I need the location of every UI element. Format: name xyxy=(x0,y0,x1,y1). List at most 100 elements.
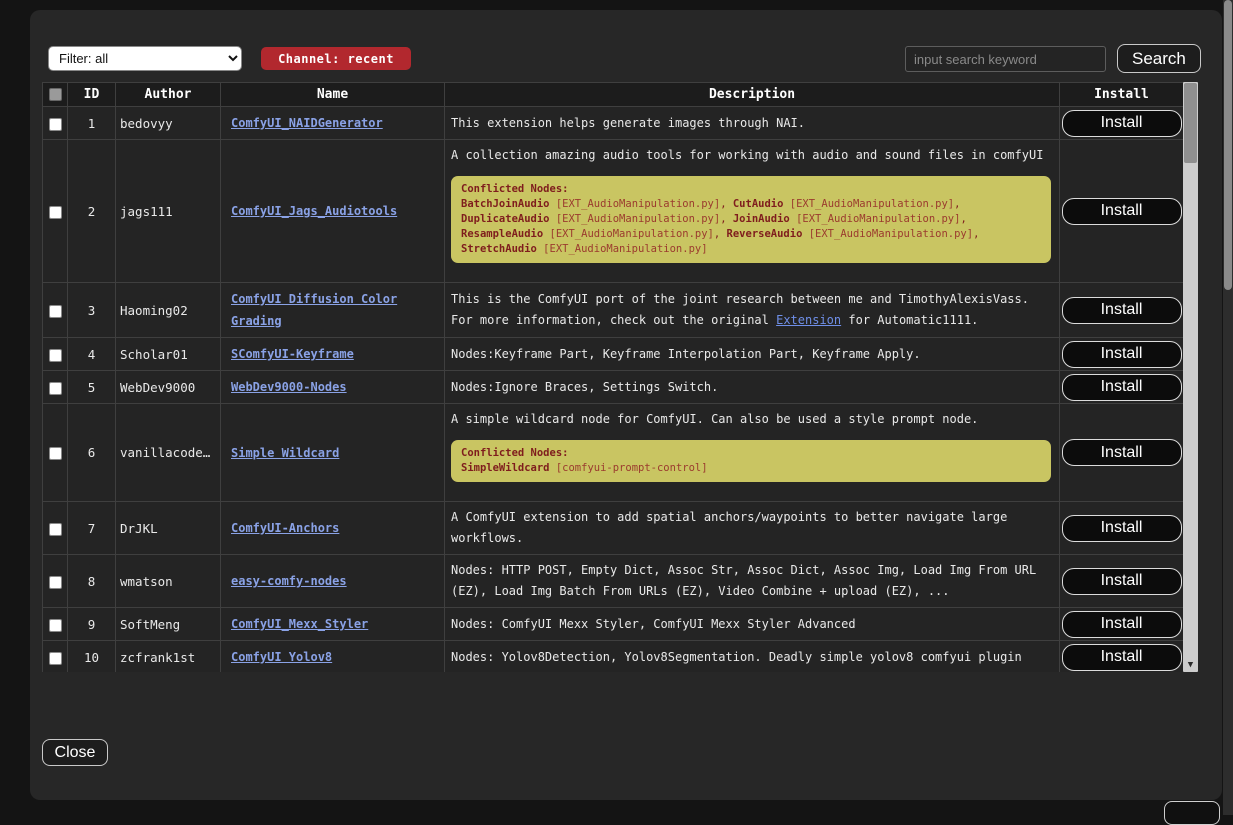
row-id: 5 xyxy=(68,371,116,404)
header-name: Name xyxy=(221,83,445,107)
conflict-box: Conflicted Nodes: SimpleWildcard [comfyu… xyxy=(451,440,1051,482)
row-description-cell: A collection amazing audio tools for wor… xyxy=(445,140,1060,283)
install-button[interactable]: Install xyxy=(1062,439,1182,466)
table-body: 1 bedovyy ComfyUI_NAIDGenerator This ext… xyxy=(43,107,1184,673)
row-description-cell: Nodes:Ignore Braces, Settings Switch. xyxy=(445,371,1060,404)
row-install-cell: Install xyxy=(1060,283,1184,338)
table-row: 1 bedovyy ComfyUI_NAIDGenerator This ext… xyxy=(43,107,1184,140)
row-checkbox[interactable] xyxy=(49,206,62,219)
install-button[interactable]: Install xyxy=(1062,644,1182,671)
row-author: wmatson xyxy=(116,555,221,608)
conflict-title: Conflicted Nodes: xyxy=(461,182,1041,197)
row-description-text: Nodes:Keyframe Part, Keyframe Interpolat… xyxy=(451,347,921,361)
row-name-cell: SComfyUI-Keyframe xyxy=(221,338,445,371)
row-install-cell: Install xyxy=(1060,502,1184,555)
row-install-cell: Install xyxy=(1060,608,1184,641)
row-author: jags111 xyxy=(116,140,221,283)
table-scrollbar-thumb[interactable] xyxy=(1184,83,1197,163)
row-name-cell: WebDev9000-Nodes xyxy=(221,371,445,404)
row-description-text: Nodes:Ignore Braces, Settings Switch. xyxy=(451,380,718,394)
row-name-link[interactable]: ComfyUI_Mexx_Styler xyxy=(231,617,368,631)
row-description: Nodes:Keyframe Part, Keyframe Interpolat… xyxy=(451,344,1051,365)
row-name-cell: ComfyUI Diffusion Color Grading xyxy=(221,283,445,338)
conflict-box: Conflicted Nodes: BatchJoinAudio [EXT_Au… xyxy=(451,176,1051,263)
row-description-cell: A simple wildcard node for ComfyUI. Can … xyxy=(445,404,1060,502)
row-checkbox-cell xyxy=(43,283,68,338)
row-description: A collection amazing audio tools for wor… xyxy=(451,145,1051,166)
table-row: 3 Haoming02 ComfyUI Diffusion Color Grad… xyxy=(43,283,1184,338)
row-name-cell: ComfyUI_Mexx_Styler xyxy=(221,608,445,641)
row-install-cell: Install xyxy=(1060,338,1184,371)
row-name-link[interactable]: ComfyUI Yolov8 xyxy=(231,650,332,664)
row-name-link[interactable]: WebDev9000-Nodes xyxy=(231,380,347,394)
row-checkbox[interactable] xyxy=(49,447,62,460)
row-checkbox[interactable] xyxy=(49,619,62,632)
row-name-link[interactable]: Simple Wildcard xyxy=(231,446,339,460)
row-checkbox[interactable] xyxy=(49,382,62,395)
row-checkbox-cell xyxy=(43,371,68,404)
install-button[interactable]: Install xyxy=(1062,297,1182,324)
table-row: 4 Scholar01 SComfyUI-Keyframe Nodes:Keyf… xyxy=(43,338,1184,371)
row-checkbox-cell xyxy=(43,140,68,283)
row-name-link[interactable]: ComfyUI_Jags_Audiotools xyxy=(231,204,397,218)
row-description: Nodes: HTTP POST, Empty Dict, Assoc Str,… xyxy=(451,560,1051,602)
install-button[interactable]: Install xyxy=(1062,374,1182,401)
scrollbar-down-arrow-icon[interactable]: ▼ xyxy=(1183,657,1198,672)
row-description: Nodes: ComfyUI Mexx Styler, ComfyUI Mexx… xyxy=(451,614,1051,635)
install-button[interactable]: Install xyxy=(1062,341,1182,368)
row-checkbox[interactable] xyxy=(49,305,62,318)
row-description-cell: This extension helps generate images thr… xyxy=(445,107,1060,140)
table-row: 10 zcfrank1st ComfyUI Yolov8 Nodes: Yolo… xyxy=(43,641,1184,673)
row-description: A simple wildcard node for ComfyUI. Can … xyxy=(451,409,1051,430)
row-checkbox-cell xyxy=(43,608,68,641)
header-author: Author xyxy=(116,83,221,107)
row-name-link[interactable]: SComfyUI-Keyframe xyxy=(231,347,354,361)
filter-select[interactable]: Filter: all xyxy=(48,46,242,71)
row-name-cell: ComfyUI_NAIDGenerator xyxy=(221,107,445,140)
row-name-link[interactable]: easy-comfy-nodes xyxy=(231,574,347,588)
select-all-checkbox[interactable] xyxy=(49,88,62,101)
install-button[interactable]: Install xyxy=(1062,611,1182,638)
table-row: 7 DrJKL ComfyUI-Anchors A ComfyUI extens… xyxy=(43,502,1184,555)
background-partial-button xyxy=(1164,801,1220,825)
row-name-cell: ComfyUI_Jags_Audiotools xyxy=(221,140,445,283)
row-author: zcfrank1st xyxy=(116,641,221,673)
table-scrollbar[interactable]: ▼ xyxy=(1183,82,1198,672)
row-install-cell: Install xyxy=(1060,140,1184,283)
row-checkbox[interactable] xyxy=(49,118,62,131)
table-row: 6 vanillacode… Simple Wildcard A simple … xyxy=(43,404,1184,502)
row-checkbox[interactable] xyxy=(49,652,62,665)
search-button[interactable]: Search xyxy=(1117,44,1201,73)
search-input[interactable] xyxy=(905,46,1106,72)
row-name-link[interactable]: ComfyUI-Anchors xyxy=(231,521,339,535)
close-button[interactable]: Close xyxy=(42,739,108,766)
row-install-cell: Install xyxy=(1060,555,1184,608)
row-name-cell: easy-comfy-nodes xyxy=(221,555,445,608)
page-scrollbar[interactable] xyxy=(1223,0,1233,815)
page-scrollbar-thumb[interactable] xyxy=(1224,0,1232,290)
install-button[interactable]: Install xyxy=(1062,515,1182,542)
row-checkbox[interactable] xyxy=(49,349,62,362)
row-name-link[interactable]: ComfyUI Diffusion Color Grading xyxy=(231,292,397,328)
table-row: 5 WebDev9000 WebDev9000-Nodes Nodes:Igno… xyxy=(43,371,1184,404)
row-checkbox-cell xyxy=(43,404,68,502)
row-install-cell: Install xyxy=(1060,641,1184,673)
row-description-text: Nodes: HTTP POST, Empty Dict, Assoc Str,… xyxy=(451,563,1036,598)
row-description-text: This is the ComfyUI port of the joint re… xyxy=(451,292,1029,327)
custom-nodes-table: ID Author Name Description Install 1 bed… xyxy=(42,82,1198,672)
header-checkbox-cell xyxy=(43,83,68,107)
row-install-cell: Install xyxy=(1060,371,1184,404)
row-checkbox[interactable] xyxy=(49,576,62,589)
description-link[interactable]: Extension xyxy=(776,313,841,327)
table-header-row: ID Author Name Description Install xyxy=(43,83,1184,107)
install-button[interactable]: Install xyxy=(1062,198,1182,225)
row-name-cell: ComfyUI-Anchors xyxy=(221,502,445,555)
row-checkbox-cell xyxy=(43,338,68,371)
install-button[interactable]: Install xyxy=(1062,110,1182,137)
install-button[interactable]: Install xyxy=(1062,568,1182,595)
row-author: DrJKL xyxy=(116,502,221,555)
row-checkbox[interactable] xyxy=(49,523,62,536)
row-description: This is the ComfyUI port of the joint re… xyxy=(451,289,1051,331)
row-name-link[interactable]: ComfyUI_NAIDGenerator xyxy=(231,116,383,130)
row-install-cell: Install xyxy=(1060,107,1184,140)
